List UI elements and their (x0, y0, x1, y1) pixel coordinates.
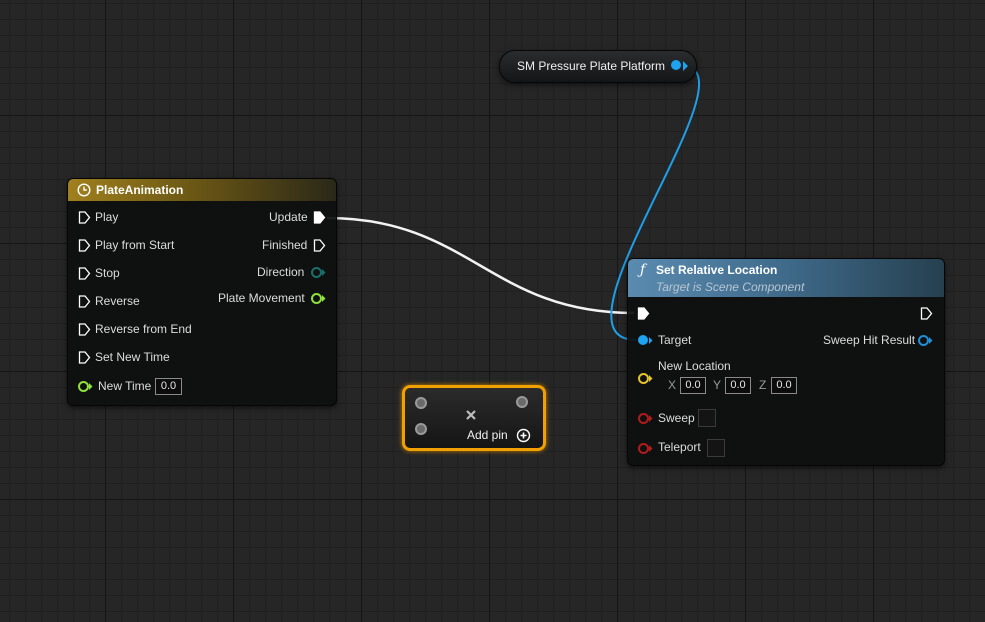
stop-exec-pin[interactable] (78, 267, 91, 280)
sweep-hit-result-label: Sweep Hit Result (823, 333, 916, 347)
plate-movement-float-pin[interactable] (311, 293, 322, 304)
function-title: Set Relative Location (656, 263, 778, 277)
add-pin-node-input-pin-1[interactable] (415, 397, 427, 409)
play-label: Play (95, 210, 119, 224)
plate-movement-pin-arrow (322, 295, 326, 302)
new-time-pin-arrow (89, 383, 93, 390)
teleport-checkbox[interactable] (707, 439, 725, 457)
platform-pin-arrow (683, 61, 688, 71)
target-object-pin[interactable] (638, 335, 648, 345)
sweep-checkbox[interactable] (698, 409, 716, 427)
play-exec-pin[interactable] (78, 211, 91, 224)
variable-name: SM Pressure Plate Platform (517, 59, 666, 73)
y-label: Y (713, 378, 722, 392)
get-variable-node[interactable]: SM Pressure Plate Platform (499, 50, 697, 83)
teleport-pin-arrow (649, 445, 653, 452)
teleport-bool-pin[interactable] (638, 443, 649, 454)
reverse-label: Reverse (95, 294, 140, 308)
new-location-pin-arrow (649, 375, 653, 382)
z-value-input[interactable]: 0.0 (771, 377, 797, 394)
target-pin-arrow (649, 337, 653, 344)
set-location-exec-output-pin[interactable] (920, 307, 933, 320)
y-value-input[interactable]: 0.0 (725, 377, 751, 394)
function-subtitle: Target is Scene Component (656, 280, 805, 294)
sweep-hit-pin-arrow (929, 337, 933, 344)
new-location-vector-pin[interactable] (638, 373, 649, 384)
set-new-time-label: Set New Time (95, 350, 170, 364)
new-location-label: New Location (658, 359, 731, 373)
new-time-value-input[interactable]: 0.0 (155, 378, 182, 395)
new-time-label: New Time (98, 379, 152, 393)
new-time-float-pin[interactable] (78, 381, 89, 392)
platform-output-pin[interactable] (671, 60, 681, 70)
sweep-pin-arrow (649, 415, 653, 422)
add-pin-label: Add pin (467, 428, 508, 442)
exec-wire-update-to-set-location[interactable] (326, 216, 635, 315)
add-pin-button[interactable] (516, 428, 531, 443)
x-label: X (668, 378, 677, 392)
finished-label: Finished (262, 238, 308, 252)
reverse-from-end-exec-pin[interactable] (78, 323, 91, 336)
reverse-from-end-label: Reverse from End (95, 322, 192, 336)
direction-enum-pin[interactable] (311, 267, 322, 278)
clock-icon (77, 183, 91, 197)
target-label: Target (658, 333, 692, 347)
sweep-label: Sweep (658, 411, 695, 425)
set-new-time-exec-pin[interactable] (78, 351, 91, 364)
z-label: Z (759, 378, 767, 392)
add-pin-node-output-pin[interactable] (516, 396, 528, 408)
close-icon (466, 410, 476, 420)
update-exec-pin[interactable] (313, 211, 326, 224)
plate-movement-label: Plate Movement (218, 291, 305, 305)
plus-circle-icon (516, 428, 531, 443)
sweep-bool-pin[interactable] (638, 413, 649, 424)
update-label: Update (269, 210, 308, 224)
direction-pin-arrow (322, 269, 326, 276)
teleport-label: Teleport (658, 440, 701, 454)
set-location-exec-input-pin[interactable] (637, 307, 650, 320)
timeline-header: PlateAnimation (68, 179, 336, 201)
finished-exec-pin[interactable] (313, 239, 326, 252)
function-header: ƒ Set Relative Location Target is Scene … (628, 259, 944, 297)
play-from-start-exec-pin[interactable] (78, 239, 91, 252)
play-from-start-label: Play from Start (95, 238, 175, 252)
stop-label: Stop (95, 266, 120, 280)
x-value-input[interactable]: 0.0 (680, 377, 706, 394)
reverse-exec-pin[interactable] (78, 295, 91, 308)
direction-label: Direction (257, 265, 305, 279)
function-icon: ƒ (640, 262, 646, 278)
timeline-title: PlateAnimation (96, 183, 184, 197)
sweep-hit-result-pin[interactable] (918, 335, 929, 346)
add-pin-node-input-pin-2[interactable] (415, 423, 427, 435)
